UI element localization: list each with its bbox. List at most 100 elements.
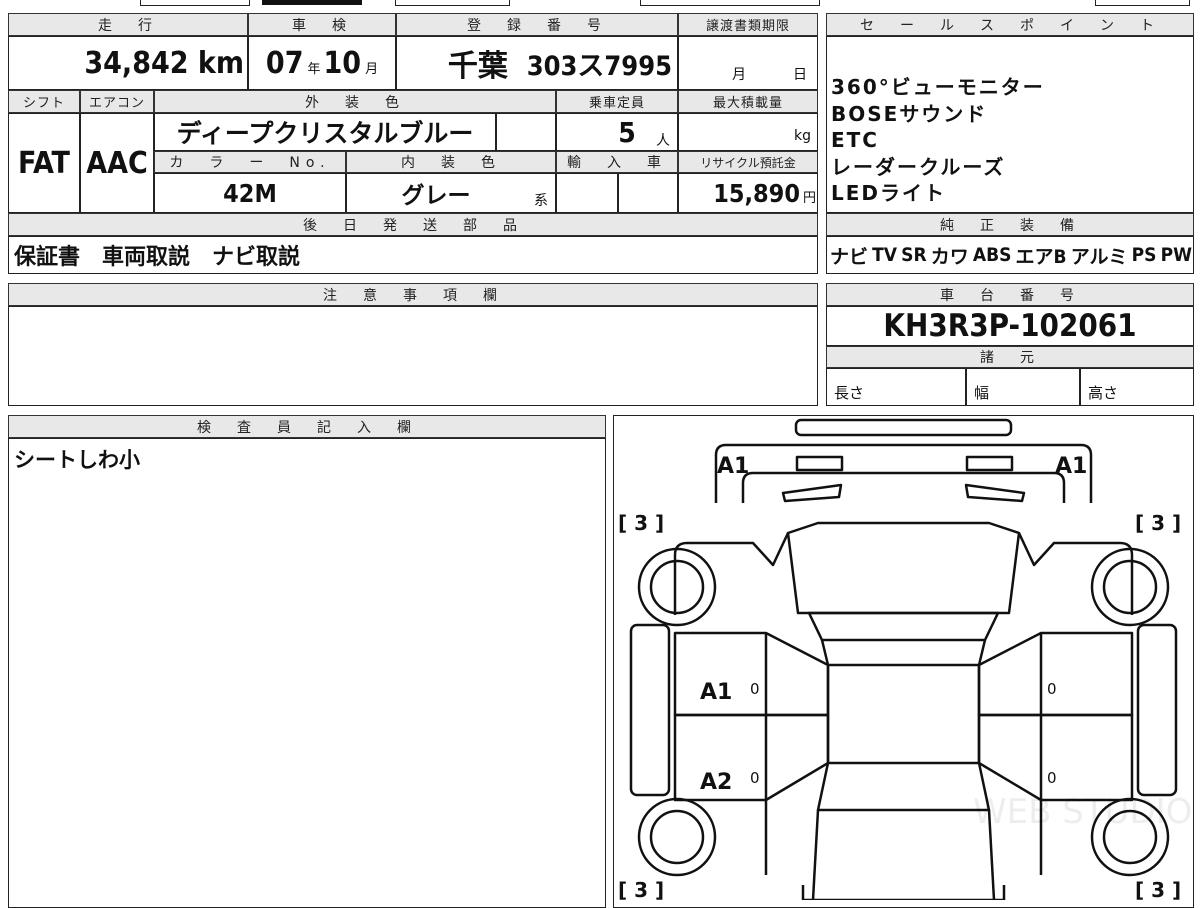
equip-item: TV [872,244,898,266]
mileage-value: 34,842 km [8,36,244,90]
spec-height-label: 高さ [1088,384,1119,402]
equip-item: PS [1131,244,1157,266]
inspection-month: 10 [323,45,362,81]
hood-outline [741,471,1066,503]
equip-item: カワ [930,245,969,268]
aircon-header: エアコン [80,90,154,113]
mileage-number: 34,842 [84,45,189,81]
sales-point-item: 360°ビューモニター [831,75,1045,99]
spec-length-label: 長さ [834,384,865,402]
zero-right-front: 0 [1047,680,1057,698]
front-left-light [795,455,844,472]
car-diagram: WEB STUDIO PRO A1 A1 A1 A2 [ 3 ] [ 3 ] [… [618,418,1194,900]
sales-points-header: セ ー ル ス ポ イ ン ト [826,13,1194,36]
zero-left-rear: 0 [750,769,760,787]
sales-point-item: ETC [831,128,879,152]
mark-left-rear-door: A2 [700,770,732,795]
sales-point-item: レーダークルーズ [831,154,1006,179]
chassis-number: KH3R3P-102061 [883,308,1137,344]
rear-bumper-shape [801,885,1006,900]
import-cell-b [618,173,678,213]
inspector-header: 検 査 員 記 入 欄 [8,415,606,438]
left-front-fender [673,532,790,567]
right-side-panel [1136,623,1178,797]
equip-item: ナビ [830,245,869,268]
mark-front-right: A1 [1055,454,1087,479]
shift-value: FAT [18,145,70,181]
equip-item: PW [1160,244,1192,266]
import-cell-a [556,173,618,213]
specs-header: 諸 元 [826,346,1194,368]
zero-right-rear: 0 [1047,769,1057,787]
interior-color-suffix: 系 [534,193,548,209]
notes-header: 注 意 事 項 欄 [8,283,818,306]
max-load-unit: kg [794,128,811,144]
roof-front [807,611,1000,642]
sales-point-item: BOSEサウンド [831,101,988,126]
left-wiper [781,483,843,503]
mileage-unit: km [197,45,244,81]
chassis-header: 車 台 番 号 [826,283,1194,306]
right-wiper [964,483,1026,503]
inspector-body [8,438,606,908]
interior-color-header: 内 装 色 [346,151,556,173]
genuine-equipment-header: 純 正 装 備 [826,213,1194,236]
registration-number: 303ス7995 [526,50,672,82]
right-rear-door [977,713,1134,802]
front-right-light [965,455,1014,472]
capacity-value: 5 [618,115,636,149]
shift-header: シフト [8,90,80,113]
exterior-color-extra-cell [496,113,556,151]
equip-item: SR [901,244,927,266]
color-no-header: カ ラ ー No. [154,151,346,173]
rear-window [816,762,991,812]
registration-place: 千葉 [447,49,508,84]
right-front-fender [1017,532,1134,567]
roof [826,663,981,765]
transfer-deadline-header: 譲渡書類期限 [678,13,818,36]
equip-item: エアB [1015,245,1067,268]
inspection-year: 07 [265,45,304,81]
import-header: 輸 入 車 [556,151,678,173]
recycle-fee: 15,890 円 [678,173,816,213]
left-side-panel [629,623,671,797]
inspection-date: 07 年 10 月 [248,36,396,90]
inspector-note: シートしわ小 [14,448,140,472]
later-parts-header: 後 日 発 送 部 品 [8,213,818,236]
bracket-top-right: [ 3 ] [1135,511,1181,535]
watermark: WEB STUDIO PRO [973,792,1194,832]
exterior-color-value: ディープクリスタルブルー [176,119,474,148]
sales-point-item: LEDライト [831,181,947,205]
equip-item: アルミ [1070,245,1128,268]
inspection-header: 車 検 [248,13,396,36]
front-bumper-shape [794,418,1013,437]
later-parts-value: 保証書 車両取説 ナビ取説 [14,245,301,270]
capacity-unit: 人 [656,133,670,149]
bracket-top-left: [ 3 ] [618,511,664,535]
aircon-value: AAC [86,145,148,181]
recycle-fee-unit: 円 [802,190,816,206]
inspection-month-unit: 月 [365,61,379,77]
notes-body [8,306,818,406]
bracket-bottom-right: [ 3 ] [1135,878,1181,900]
interior-color-value: グレー [401,183,471,209]
recycle-fee-value: 15,890 [713,178,800,208]
transfer-month: 月 [732,67,746,83]
color-no-value: 42M [223,178,277,208]
bracket-bottom-left: [ 3 ] [618,878,664,900]
transfer-day: 日 [793,67,807,83]
windshield [786,521,1021,615]
exterior-color-header: 外 装 色 [154,90,556,113]
recycle-header: リサイクル預託金 [678,151,818,173]
right-front-door [977,631,1134,717]
top-clipped-strip [0,0,1200,8]
inspection-year-unit: 年 [307,61,321,77]
genuine-equipment-list: ナビ TV SR カワ ABS エアB アルミ PS PW [830,236,1192,274]
spec-width-label: 幅 [974,384,990,402]
left-rear-door [673,713,830,802]
registration-header: 登 録 番 号 [396,13,678,36]
mileage-header: 走 行 [8,13,248,36]
left-front-door [673,631,830,717]
capacity-header: 乗車定員 [556,90,678,113]
mark-front-left: A1 [717,454,749,479]
